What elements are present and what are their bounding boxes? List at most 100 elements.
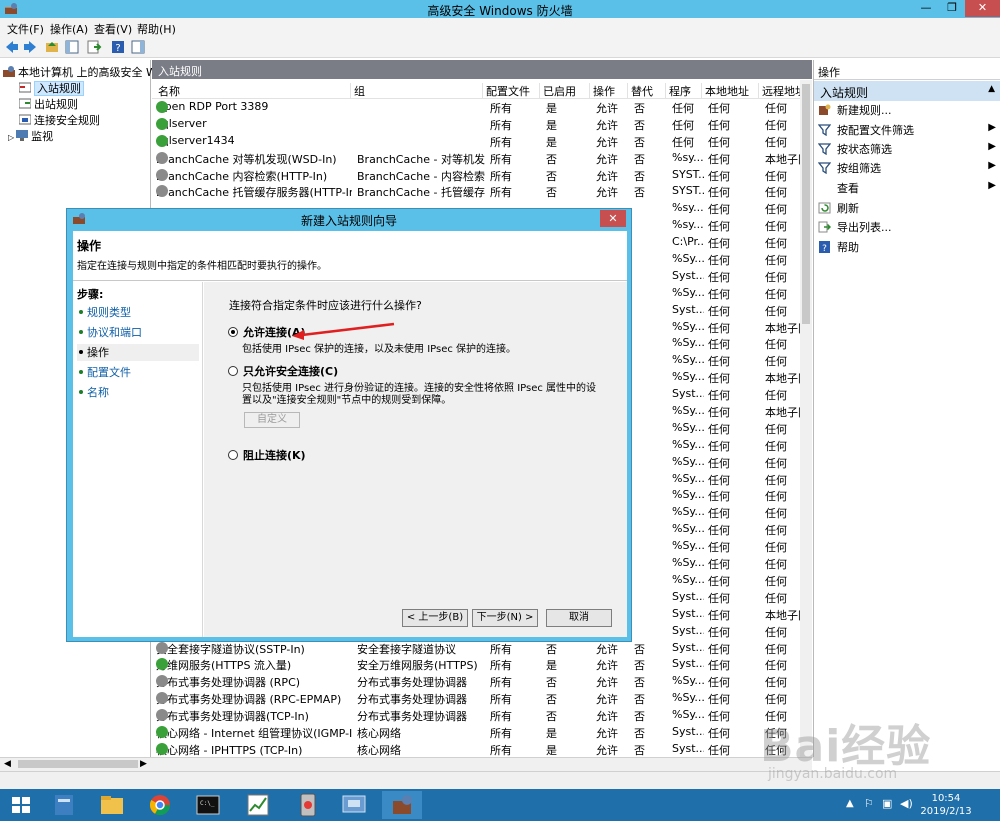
col-group[interactable]: 组 [350, 83, 482, 98]
tray-flag-icon[interactable]: ⚐ [864, 797, 874, 810]
scroll-left-icon[interactable]: ◀ [4, 759, 11, 769]
table-row[interactable]: sqlserver1434 所有是允许否任何 任何 任何 [152, 133, 800, 150]
file-explorer-icon[interactable] [92, 791, 132, 819]
scroll-right-icon[interactable]: ▶ [140, 759, 147, 769]
radio-allow-secure[interactable] [228, 366, 238, 376]
cell-program: SYST... [672, 167, 704, 181]
table-row[interactable]: 万维网服务(HTTPS 流入量) 安全万维网服务(HTTPS) 所有 是 允许 否 Syst… [152, 656, 800, 673]
actions-section-inbound[interactable]: 入站规则 ▲ [814, 81, 1000, 101]
action-filter-by-profile[interactable]: 按配置文件筛选 ▶ [818, 122, 998, 140]
tray-chevron-icon[interactable]: ▲ [846, 798, 854, 809]
back-icon[interactable] [4, 39, 20, 55]
col-profile[interactable]: 配置文件 [482, 83, 539, 98]
cell-program: Syst... [672, 623, 704, 637]
action-export-list[interactable]: 导出列表... [818, 219, 998, 237]
cell-program: %Sy... [672, 471, 704, 485]
tray-volume-icon[interactable]: ◀) [900, 797, 913, 810]
table-row[interactable]: 核心网络 - Internet 组管理协议(IGMP-In) 核心网络 所有 是 允许 否… [152, 724, 800, 741]
action-filter-by-group[interactable]: 按组筛选 ▶ [818, 160, 998, 178]
up-folder-icon[interactable] [44, 39, 60, 55]
vertical-scrollbar[interactable] [800, 80, 812, 757]
action-new-rule[interactable]: 新建规则... [818, 102, 998, 120]
show-hide-action-pane-icon[interactable] [130, 39, 146, 55]
close-button[interactable]: ✕ [965, 0, 1000, 17]
menu-file[interactable]: 文件(F) [7, 21, 44, 37]
hscroll-thumb[interactable] [18, 760, 138, 768]
tree-item-inbound[interactable]: 入站规则 [19, 80, 84, 96]
radio-block[interactable] [228, 450, 238, 460]
col-program[interactable]: 程序 [665, 83, 701, 98]
performance-monitor-icon[interactable] [238, 791, 278, 819]
next-button[interactable]: 下一步(N) > [472, 609, 538, 627]
tree-item-outbound[interactable]: 出站规则 [19, 96, 78, 112]
table-row[interactable]: 分布式事务处理协调器(TCP-In) 分布式事务处理协调器 所有 否 允许 否 %Sy...… [152, 707, 800, 724]
col-local-address[interactable]: 本地地址 [701, 83, 758, 98]
cell-remote: 任何 [765, 355, 787, 369]
scroll-thumb[interactable] [802, 84, 810, 324]
customize-button[interactable]: 自定义 [244, 412, 300, 428]
option-secure-desc-2: 置以及"连接安全规则"节点中的规则受到保障。 [242, 395, 452, 406]
tree-item-connection-security[interactable]: 连接安全规则 [19, 112, 100, 128]
chrome-icon[interactable] [140, 791, 180, 819]
tray-network-icon[interactable]: ▣ [882, 797, 892, 810]
forward-icon[interactable] [22, 39, 38, 55]
col-override[interactable]: 替代 [627, 83, 665, 98]
step-action[interactable]: 操作 [77, 344, 199, 361]
table-row[interactable]: 核心网络 - IPHTTPS (TCP-In) 核心网络 所有 是 允许 否 Syst...… [152, 741, 800, 758]
action-help[interactable]: ? 帮助 [818, 239, 998, 257]
show-hide-tree-icon[interactable] [64, 39, 80, 55]
action-filter-by-state[interactable]: 按状态筛选 ▶ [818, 141, 998, 159]
cell-local: 任何 [708, 287, 730, 301]
filter-icon [818, 124, 831, 136]
cancel-button[interactable]: 取消 [546, 609, 612, 627]
cell-remote: 任何 [765, 541, 787, 555]
menu-view[interactable]: 查看(V) [94, 21, 132, 37]
table-row[interactable]: BranchCache 托管缓存服务器(HTTP-In) BranchCache … [152, 183, 800, 200]
step-protocol-ports[interactable]: 协议和端口 [77, 324, 199, 341]
table-row[interactable]: 分布式事务处理协调器 (RPC) 分布式事务处理协调器 所有 否 允许 否 %Sy... 任何… [152, 673, 800, 690]
export-icon[interactable] [86, 39, 102, 55]
server-manager-icon[interactable] [44, 791, 84, 819]
cell-local: 任何 [708, 186, 730, 200]
step-profile[interactable]: 配置文件 [77, 364, 199, 381]
start-icon[interactable] [2, 791, 42, 819]
table-row[interactable]: 安全套接字隧道协议(SSTP-In) 安全套接字隧道协议 所有 否 允许 否 Syst...… [152, 640, 800, 657]
step-name[interactable]: 名称 [77, 384, 199, 401]
filter-icon [818, 162, 831, 174]
horizontal-scrollbar[interactable]: ◀ ▶ [0, 757, 812, 771]
col-remote-address[interactable]: 远程地址 [758, 83, 800, 98]
menu-action[interactable]: 操作(A) [50, 21, 88, 37]
col-enabled[interactable]: 已启用 [539, 83, 589, 98]
table-row[interactable]: sqlserver 所有是允许否任何 任何 任何 [152, 116, 800, 133]
network-icon[interactable] [334, 791, 374, 819]
tree-root[interactable]: 本地计算机 上的高级安全 Win [3, 64, 167, 80]
col-action[interactable]: 操作 [589, 83, 627, 98]
command-prompt-icon[interactable]: C:\_ [188, 791, 228, 819]
cell-enabled: 否 [546, 152, 557, 166]
table-row[interactable]: BranchCache 内容检索(HTTP-In) BranchCache - 内… [152, 167, 800, 184]
col-name[interactable]: 名称 [152, 83, 350, 98]
option-allow-secure[interactable]: 只允许安全连接(C) [228, 363, 338, 379]
action-view[interactable]: 查看 ▶ [818, 180, 998, 198]
action-refresh[interactable]: 刷新 [818, 200, 998, 218]
table-row[interactable]: Open RDP Port 3389 所有 是 允许 否 任何 任何 任何 [152, 99, 800, 116]
clock[interactable]: 10:54 2019/2/13 [916, 792, 976, 818]
step-rule-type[interactable]: 规则类型 [77, 304, 199, 321]
dialog-close-button[interactable]: ✕ [600, 210, 626, 227]
help-icon[interactable]: ? [110, 39, 126, 55]
maximize-button[interactable]: ❐ [939, 0, 965, 17]
cell-program: %Sy... [672, 488, 704, 502]
expand-arrow-icon[interactable]: ▷ [8, 133, 14, 142]
radio-allow[interactable] [228, 327, 238, 337]
cell-program: Syst... [672, 589, 704, 603]
collapse-icon[interactable]: ▲ [988, 84, 995, 94]
menu-help[interactable]: 帮助(H) [137, 21, 176, 37]
table-row[interactable]: BranchCache 对等机发现(WSD-In) BranchCache - 对… [152, 150, 804, 167]
tree-item-monitor[interactable]: ▷ 监视 [8, 128, 53, 144]
task-manager-icon[interactable] [288, 791, 328, 819]
minimize-button[interactable]: — [913, 0, 939, 17]
back-button[interactable]: < 上一步(B) [402, 609, 468, 627]
table-row[interactable]: 分布式事务处理协调器 (RPC-EPMAP) 分布式事务处理协调器 所有 否 允许 否 %S… [152, 690, 800, 707]
option-block[interactable]: 阻止连接(K) [228, 447, 306, 463]
firewall-taskbar-icon[interactable] [382, 791, 422, 819]
